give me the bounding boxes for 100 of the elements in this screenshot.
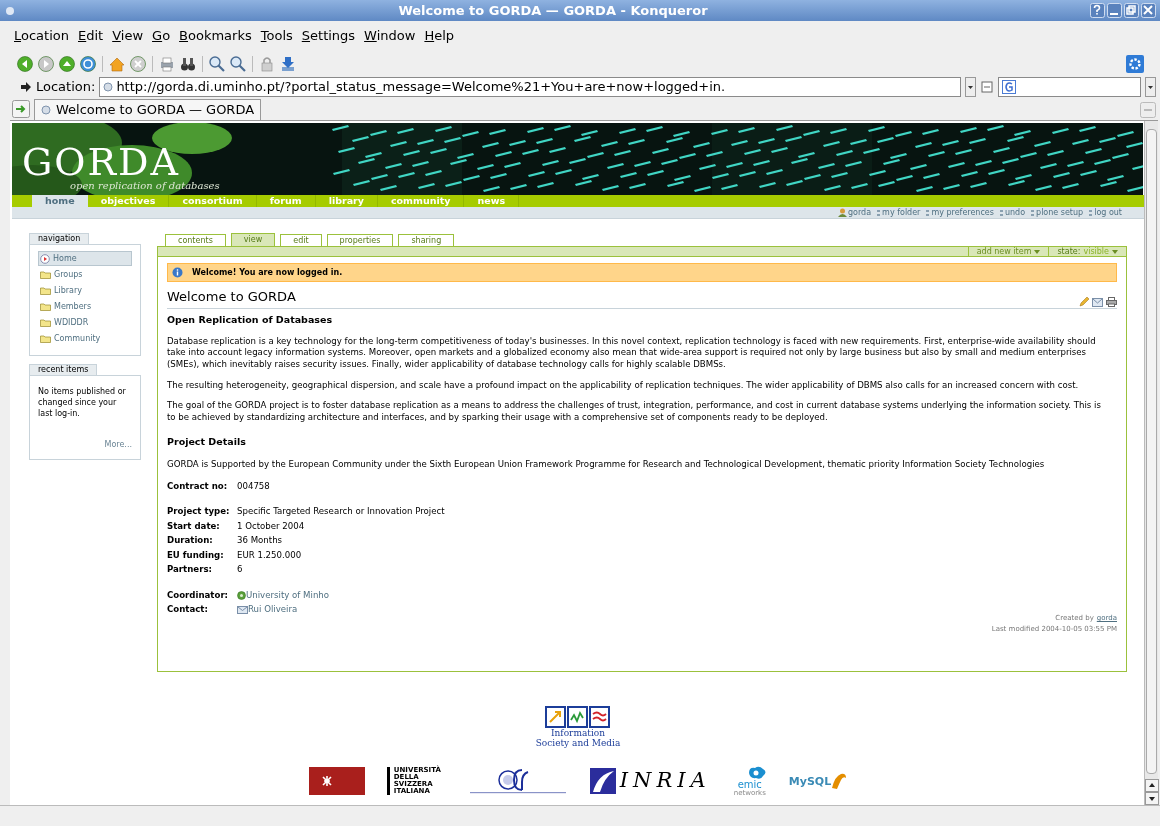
detail-label: EU funding: bbox=[167, 548, 225, 562]
detail-value: 36 Months bbox=[237, 534, 283, 548]
window-menu-icon[interactable] bbox=[4, 4, 16, 17]
user-link[interactable]: gorda bbox=[848, 206, 872, 219]
content-tab[interactable]: contents bbox=[165, 234, 226, 246]
help-icon[interactable] bbox=[1090, 3, 1105, 18]
dropdown-icon[interactable] bbox=[964, 77, 976, 97]
state-menu[interactable]: state: visible bbox=[1048, 247, 1126, 256]
menu-item[interactable]: Settings bbox=[301, 26, 356, 46]
print-icon[interactable] bbox=[1106, 296, 1117, 307]
page-icon bbox=[103, 82, 114, 92]
folder-icon bbox=[40, 302, 51, 311]
home-circle-icon bbox=[40, 253, 50, 264]
paragraph: The goal of the GORDA project is to foster database replication as a means to address the challenges of trust, integration, performance, and cost in current database systems underlying the information society. This is to be achieved by standardizing architecture and interfaces, and by sparking their usage with a comprehensive set of components ready to be deployed. bbox=[167, 400, 1102, 424]
detail-label: Contract no: bbox=[167, 479, 229, 493]
user-action-link[interactable]: undo bbox=[1004, 206, 1026, 219]
zoom-in-icon[interactable] bbox=[208, 54, 226, 73]
user-action-link[interactable]: log out bbox=[1094, 206, 1122, 219]
detail-label: Start date: bbox=[167, 519, 221, 533]
bullet-icon bbox=[1031, 208, 1036, 217]
reload-icon[interactable] bbox=[79, 54, 97, 73]
menu-item[interactable]: Help bbox=[424, 26, 455, 46]
folder-icon bbox=[40, 318, 51, 327]
menu-item[interactable]: Bookmarks bbox=[179, 26, 252, 46]
nav-item[interactable]: Community bbox=[38, 331, 132, 346]
detail-value: Specific Targeted Research or Innovation Project bbox=[237, 505, 445, 519]
content-tab[interactable]: sharing bbox=[398, 234, 455, 246]
inria-logo: INRIA bbox=[589, 765, 711, 797]
menu-item[interactable]: Tools bbox=[260, 26, 293, 46]
mysql-logo: MySQL bbox=[788, 772, 848, 790]
menu-item[interactable]: Edit bbox=[78, 26, 104, 46]
content-tab[interactable]: view bbox=[230, 233, 276, 246]
paragraph: Database replication is a key technology for the long-term competitiveness of today's businesses. In this novel context, replication technology is faced with new requirements. First, enterprise-wide availability should take into account legacy information systems. Moreover, open markets and a globalized economy also mean that wide-area support is required not only by large business but also by small and medium enterprises (SMEs), which inevitably raises security issues. Finally, wider applicability of database technology calls for highly scalable DBMSs. bbox=[167, 335, 1097, 371]
close-icon[interactable] bbox=[1141, 3, 1156, 18]
detail-label: Partners: bbox=[167, 563, 213, 577]
coordinator-link[interactable]: University of Minho bbox=[246, 588, 330, 602]
nav-item[interactable]: Members bbox=[38, 299, 132, 314]
window-title: Welcome to GORDA — GORDA - Konqueror bbox=[397, 1, 709, 20]
globe-icon bbox=[237, 590, 246, 600]
clear-icon[interactable] bbox=[979, 80, 994, 94]
section-heading: Project Details bbox=[167, 435, 247, 450]
content-tab[interactable]: properties bbox=[326, 234, 394, 246]
detail-label: Contact: bbox=[167, 603, 209, 617]
nav-item[interactable]: WDIDDR bbox=[38, 315, 132, 330]
mail-icon bbox=[237, 605, 248, 614]
detail-value: 6 bbox=[237, 563, 243, 577]
inria-mark-icon bbox=[589, 768, 616, 794]
mail-icon[interactable] bbox=[1092, 297, 1103, 307]
detail-label: Project type: bbox=[167, 505, 231, 519]
lock-icon[interactable] bbox=[258, 54, 276, 73]
nav-tab[interactable]: home bbox=[32, 195, 88, 207]
page-description: Open Replication of Databases bbox=[167, 312, 334, 327]
add-item-menu[interactable]: add new item bbox=[967, 247, 1049, 256]
user-action-link[interactable]: plone setup bbox=[1036, 206, 1084, 219]
caret-icon bbox=[1112, 249, 1118, 254]
zoom-out-icon[interactable] bbox=[229, 54, 247, 73]
bullet-icon bbox=[926, 208, 931, 217]
pencil-icon[interactable] bbox=[1079, 296, 1089, 307]
scroll-down-icon[interactable] bbox=[1145, 792, 1159, 805]
search-engine-icon bbox=[1001, 80, 1016, 94]
detail-value: 1 October 2004 bbox=[237, 519, 305, 533]
content-tab[interactable]: edit bbox=[280, 234, 322, 246]
forward-icon[interactable] bbox=[37, 54, 55, 73]
url-field[interactable]: http://gorda.di.uminho.pt/?portal_status_message=Welcome%21+You+are+now+logged+in. bbox=[99, 77, 961, 97]
nav-item[interactable]: Library bbox=[38, 283, 132, 298]
detail-value: EUR 1.250.000 bbox=[237, 548, 302, 562]
paragraph: GORDA is Supported by the European Community under the Sixth European Union Framework Programme for Research and Technological Development, thematic priority Information Society Technologies bbox=[167, 458, 1046, 471]
detail-label: Duration: bbox=[167, 534, 214, 548]
scrollbar-thumb[interactable] bbox=[1146, 129, 1157, 774]
menu-item[interactable]: View bbox=[112, 26, 144, 46]
stop-icon[interactable] bbox=[129, 54, 147, 73]
scrollbar[interactable] bbox=[1144, 121, 1158, 805]
university-logo bbox=[308, 767, 365, 795]
dropdown-icon[interactable] bbox=[1145, 77, 1156, 97]
scroll-up-icon[interactable] bbox=[1145, 779, 1159, 792]
download-icon[interactable] bbox=[279, 54, 297, 73]
caret-icon bbox=[1034, 249, 1041, 254]
menu-item[interactable]: Location bbox=[14, 26, 69, 46]
restore-icon[interactable] bbox=[1124, 3, 1139, 18]
search-field[interactable] bbox=[997, 77, 1141, 97]
folder-icon bbox=[40, 286, 51, 295]
gear-icon[interactable] bbox=[1126, 54, 1144, 73]
info-icon bbox=[172, 267, 183, 278]
contact-link[interactable]: Rui Oliveira bbox=[248, 603, 298, 617]
new-tab-icon[interactable] bbox=[12, 100, 30, 118]
nav-item[interactable]: Home bbox=[38, 251, 132, 266]
user-action-link[interactable]: my folder bbox=[882, 206, 921, 219]
user-action-link[interactable]: my preferences bbox=[931, 206, 994, 219]
back-icon[interactable] bbox=[16, 54, 34, 73]
detail-value: 004758 bbox=[237, 479, 270, 493]
nav-item[interactable]: Groups bbox=[38, 267, 132, 282]
up-icon[interactable] bbox=[58, 54, 76, 73]
minimize-icon[interactable] bbox=[1107, 3, 1122, 18]
browser-tab[interactable]: Welcome to GORDA — GORDA bbox=[34, 99, 262, 120]
site-logo: GORDA bbox=[22, 143, 181, 181]
menu-item[interactable]: Go bbox=[152, 26, 171, 46]
more-link[interactable]: More... bbox=[104, 439, 132, 451]
user-icon bbox=[838, 208, 847, 217]
menu-item[interactable]: Window bbox=[364, 26, 416, 46]
bullet-icon bbox=[877, 208, 882, 217]
